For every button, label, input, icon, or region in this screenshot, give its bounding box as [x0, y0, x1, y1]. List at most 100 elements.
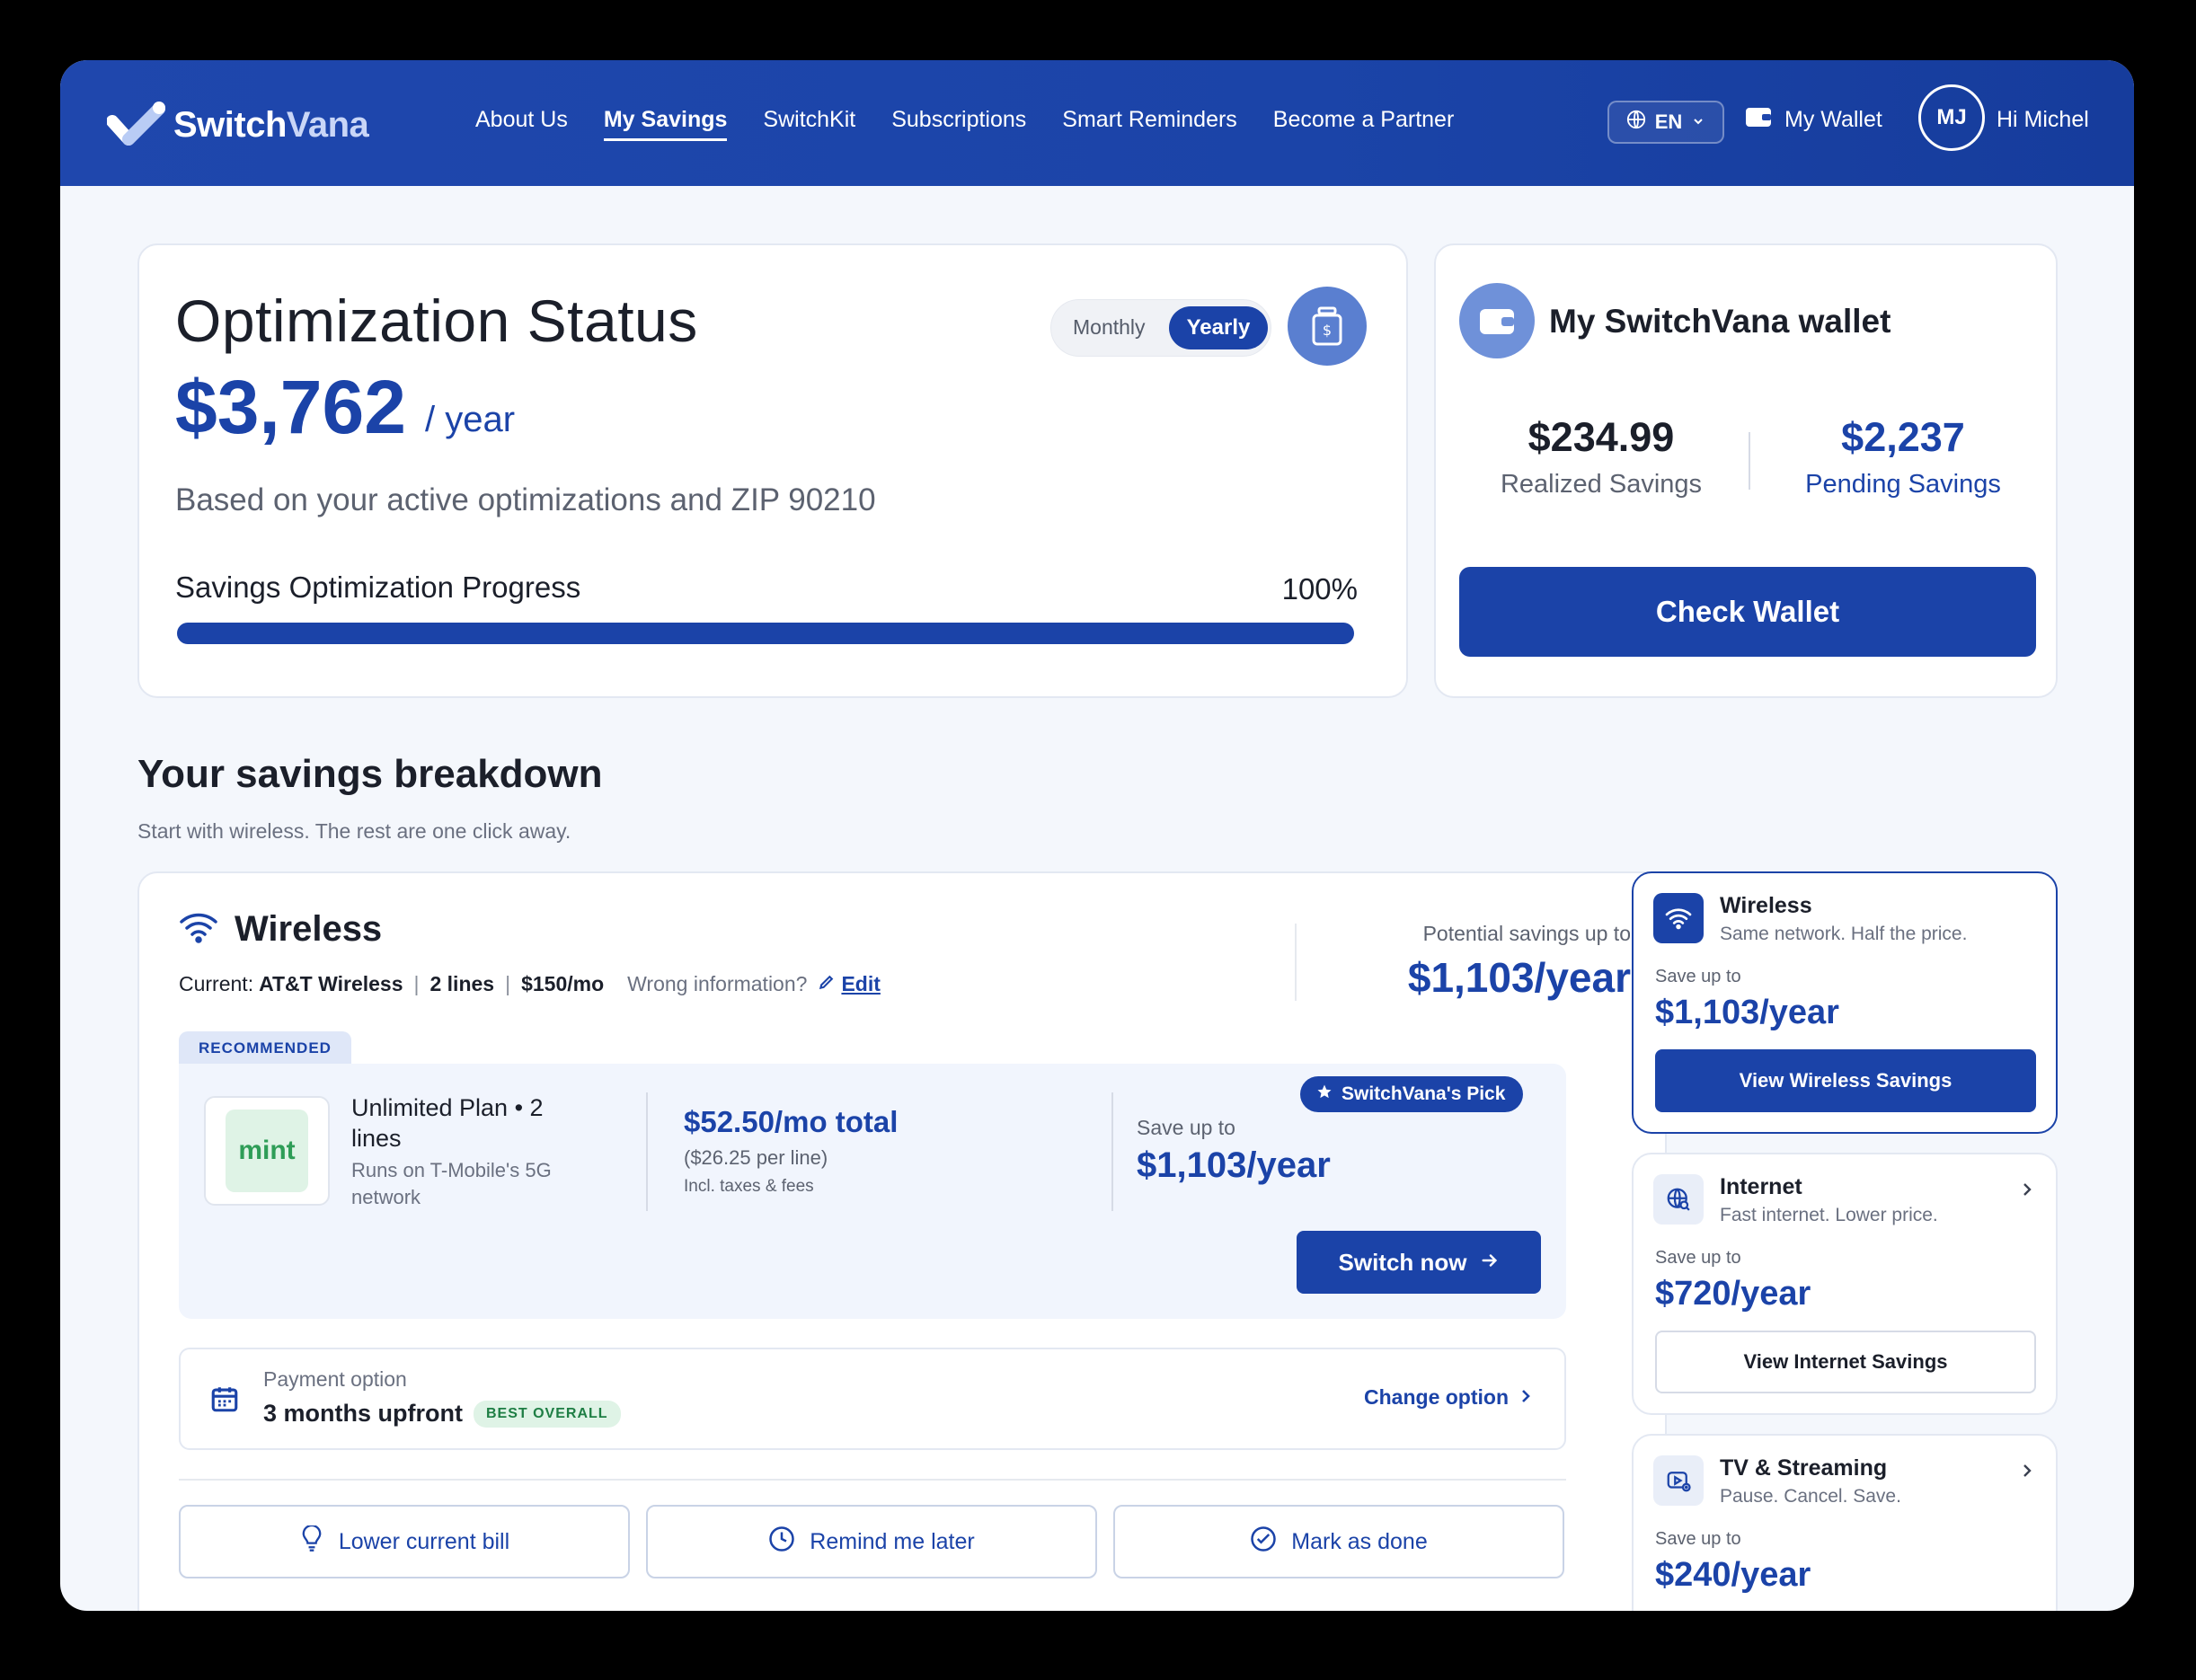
side-card-save-label: Save up to [1655, 967, 1741, 986]
savings-jar-icon: $ [1288, 287, 1367, 366]
side-card-title: TV & Streaming [1720, 1455, 1888, 1481]
tv-icon [1653, 1455, 1704, 1506]
wallet-icon [1459, 283, 1535, 358]
chevron-right-icon [2022, 1181, 2032, 1202]
change-option-button[interactable]: Change option [1364, 1385, 1532, 1410]
brand-logo[interactable]: SwitchVana [106, 100, 369, 150]
side-card-subtitle: Pause. Cancel. Save. [1720, 1486, 1901, 1507]
view-wireless-savings-button[interactable]: View Wireless Savings [1655, 1049, 2036, 1112]
nav-subscriptions[interactable]: Subscriptions [891, 107, 1026, 141]
pending-savings: $2,237 Pending Savings [1768, 414, 2038, 500]
wireless-card: Wireless Current: AT&T Wireless | 2 line… [137, 871, 1667, 1611]
language-label: EN [1654, 111, 1683, 133]
pencil-icon [818, 972, 836, 996]
chevron-down-icon [1691, 111, 1705, 134]
globe-icon [1626, 110, 1646, 135]
wifi-icon [1653, 893, 1704, 943]
user-greeting[interactable]: Hi Michel [1997, 107, 2089, 133]
arrow-right-icon [1480, 1249, 1500, 1277]
lower-current-bill-label: Lower current bill [338, 1528, 510, 1554]
wifi-icon [179, 911, 218, 948]
mark-as-done-button[interactable]: Mark as done [1113, 1505, 1564, 1578]
my-wallet-link[interactable]: My Wallet [1745, 105, 1882, 135]
app-window: SwitchVana About Us My Savings SwitchKit… [60, 60, 2134, 1611]
price-total: $52.50/mo total [684, 1105, 899, 1138]
toggle-yearly[interactable]: Yearly [1169, 306, 1268, 349]
side-card-title: Internet [1720, 1174, 1802, 1199]
nav-become-a-partner[interactable]: Become a Partner [1273, 107, 1455, 141]
realized-savings: $234.99 Realized Savings [1466, 414, 1736, 500]
mint-logo: mint [204, 1096, 330, 1206]
plan-name: Unlimited Plan • 2 lines [351, 1094, 544, 1152]
side-card-save-value: $720/year [1655, 1275, 1811, 1313]
best-overall-badge: BEST OVERALL [473, 1400, 621, 1428]
switch-now-button[interactable]: Switch now [1297, 1231, 1541, 1294]
nav-about-us[interactable]: About Us [475, 107, 568, 141]
optimization-period: / year [425, 400, 516, 439]
payment-option-value: 3 months upfront BEST OVERALL [263, 1400, 621, 1428]
mark-as-done-label: Mark as done [1291, 1528, 1428, 1554]
separator: | [505, 972, 511, 995]
brand-name: SwitchVana [173, 104, 369, 145]
breakdown-subtitle: Start with wireless. The rest are one cl… [137, 819, 571, 843]
optimization-amount: $3,762 [175, 365, 406, 449]
pick-label: SwitchVana's Pick [1342, 1083, 1506, 1104]
realized-savings-label: Realized Savings [1500, 470, 1703, 499]
optimization-status-card: Optimization Status $3,762 / year Based … [137, 243, 1408, 698]
recommended-tag: RECOMMENDED [179, 1031, 351, 1065]
switchvana-pick-badge: SwitchVana's Pick [1300, 1076, 1524, 1112]
plan-network: Runs on T-Mobile's 5G network [351, 1159, 552, 1208]
chevron-right-icon [2022, 1463, 2032, 1483]
svg-text:$: $ [1323, 322, 1332, 339]
offer-savings: Save up to $1,103/year [1137, 1116, 1331, 1186]
plan-price: $52.50/mo total ($26.25 per line) Incl. … [684, 1105, 898, 1197]
potential-label: Potential savings up to [1422, 922, 1631, 945]
nav-smart-reminders[interactable]: Smart Reminders [1062, 107, 1237, 141]
realized-savings-value: $234.99 [1527, 414, 1675, 460]
side-card-save-label: Save up to [1655, 1248, 1741, 1268]
progress-bar-fill [177, 623, 1354, 644]
switch-now-label: Switch now [1338, 1248, 1467, 1276]
side-card-save-label: Save up to [1655, 1529, 1741, 1549]
side-card-tv-streaming[interactable]: TV & Streaming Pause. Cancel. Save. Save… [1632, 1434, 2058, 1611]
user-avatar[interactable]: MJ [1918, 84, 1985, 151]
pending-savings-value: $2,237 [1841, 414, 1965, 460]
remind-me-later-button[interactable]: Remind me later [646, 1505, 1097, 1578]
potential-savings: Potential savings up to $1,103/year [1408, 922, 1631, 1002]
star-icon [1316, 1083, 1333, 1105]
edit-link[interactable]: Edit [841, 972, 880, 996]
calendar-icon [209, 1384, 240, 1419]
progress-label: Savings Optimization Progress [175, 570, 581, 604]
main-nav: About Us My Savings SwitchKit Subscripti… [475, 107, 1454, 141]
side-card-subtitle: Same network. Half the price. [1720, 924, 1968, 944]
lower-current-bill-button[interactable]: Lower current bill [179, 1505, 630, 1578]
pending-savings-label: Pending Savings [1805, 470, 2001, 499]
checkmark-logo-icon [106, 100, 166, 150]
toggle-monthly[interactable]: Monthly [1073, 315, 1146, 340]
check-circle-icon [1250, 1525, 1277, 1559]
wireless-title: Wireless [235, 909, 383, 949]
wrong-info-text: Wrong information? [627, 972, 808, 995]
progress-bar [177, 623, 1354, 644]
wallet-divider [1749, 432, 1750, 490]
current-price: $150/mo [521, 972, 605, 995]
potential-value: $1,103/year [1407, 954, 1631, 1001]
divider [1295, 924, 1297, 1001]
offer-save-value: $1,103/year [1137, 1145, 1331, 1185]
side-card-wireless[interactable]: Wireless Same network. Half the price. S… [1632, 871, 2058, 1134]
view-internet-savings-button[interactable]: View Internet Savings [1655, 1331, 2036, 1393]
side-card-internet[interactable]: Internet Fast internet. Lower price. Sav… [1632, 1153, 2058, 1415]
nav-my-savings[interactable]: My Savings [603, 107, 728, 141]
payment-option: Payment option 3 months upfront BEST OVE… [179, 1348, 1566, 1450]
side-card-title: Wireless [1720, 893, 1812, 918]
globe-icon [1653, 1174, 1704, 1225]
language-selector[interactable]: EN [1607, 101, 1724, 144]
progress-percent: 100% [1281, 572, 1358, 606]
clock-icon [768, 1525, 795, 1559]
check-wallet-button[interactable]: Check Wallet [1459, 567, 2036, 657]
remind-me-later-label: Remind me later [810, 1528, 975, 1554]
side-card-save-value: $240/year [1655, 1556, 1811, 1594]
current-provider: AT&T Wireless [259, 972, 403, 995]
side-card-save-value: $1,103/year [1655, 994, 1839, 1031]
nav-switchkit[interactable]: SwitchKit [763, 107, 855, 141]
